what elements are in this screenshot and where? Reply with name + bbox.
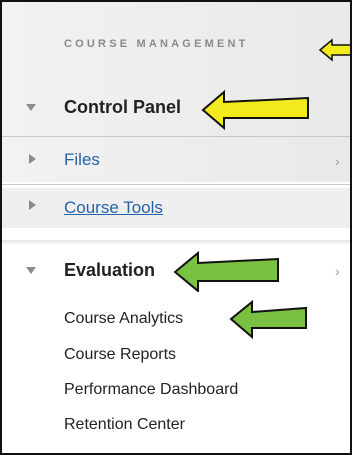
- evaluation-label[interactable]: Evaluation: [64, 260, 155, 281]
- course-management-panel: COURSE MANAGEMENT Control Panel Files › …: [0, 0, 352, 455]
- control-panel-label[interactable]: Control Panel: [64, 97, 181, 118]
- triangle-right-icon[interactable]: [29, 154, 36, 164]
- course-tools-row[interactable]: Course Tools: [2, 188, 350, 228]
- triangle-right-icon[interactable]: [29, 200, 36, 210]
- green-arrow-annotation: [173, 250, 279, 292]
- divider: [2, 184, 350, 185]
- chevron-right-icon[interactable]: ›: [335, 153, 340, 169]
- course-tools-link[interactable]: Course Tools: [64, 198, 163, 218]
- course-reports-link[interactable]: Course Reports: [64, 346, 176, 364]
- triangle-down-icon[interactable]: [26, 104, 36, 111]
- yellow-arrow-annotation: [201, 89, 309, 130]
- triangle-down-icon[interactable]: [26, 267, 36, 274]
- performance-dashboard-link[interactable]: Performance Dashboard: [64, 381, 238, 399]
- chevron-right-icon[interactable]: ›: [335, 263, 340, 279]
- files-link[interactable]: Files: [64, 150, 100, 170]
- section-title: COURSE MANAGEMENT: [64, 38, 249, 50]
- retention-center-link[interactable]: Retention Center: [64, 416, 185, 434]
- divider: [2, 136, 350, 137]
- separator-shadow: [2, 240, 350, 245]
- course-analytics-link[interactable]: Course Analytics: [64, 310, 183, 328]
- files-row[interactable]: Files ›: [2, 140, 350, 178]
- yellow-arrow-annotation: [318, 38, 350, 62]
- green-arrow-annotation: [229, 299, 307, 339]
